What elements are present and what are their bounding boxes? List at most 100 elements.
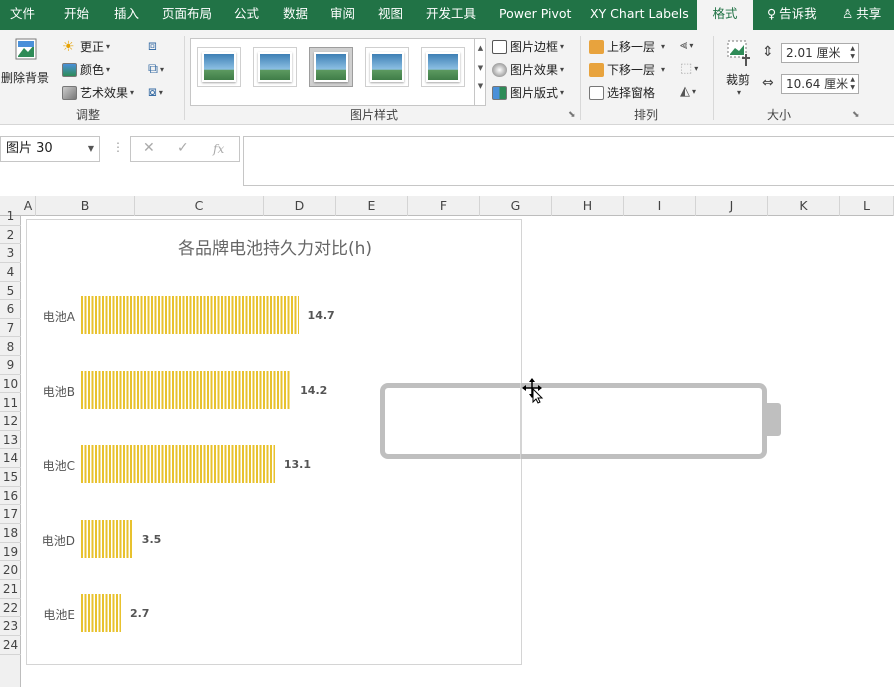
column-header[interactable]: K (768, 196, 840, 216)
row-header[interactable]: 2 (0, 226, 21, 245)
send-backward-button[interactable]: 下移一层 ▾ (589, 61, 665, 78)
tell-me-box[interactable]: ♀ 告诉我 (757, 0, 827, 30)
tab-developer[interactable]: 开发工具 (416, 0, 486, 30)
bar[interactable] (81, 370, 292, 409)
picture-effects-button[interactable]: 图片效果 ▾ (492, 61, 564, 78)
tab-insert[interactable]: 插入 (104, 0, 149, 30)
name-box[interactable]: 图片 30 ▼ (0, 136, 100, 162)
spinner-arrows-icon[interactable]: ▲ ▼ (850, 76, 855, 92)
gallery-scroll[interactable]: ▲ ▼ ▼ (474, 38, 486, 106)
crop-button[interactable]: 裁剪 ▾ (720, 38, 756, 97)
tab-data[interactable]: 数据 (273, 0, 318, 30)
tab-xy-chart-labels[interactable]: XY Chart Labels (580, 0, 699, 30)
column-header[interactable]: L (840, 196, 894, 216)
column-header[interactable]: F (408, 196, 480, 216)
row-header[interactable]: 10 (0, 375, 21, 394)
row-header[interactable]: 11 (0, 394, 21, 413)
bar[interactable] (81, 445, 275, 483)
tab-page-layout[interactable]: 页面布局 (152, 0, 222, 30)
artistic-effects-button[interactable]: 艺术效果 ▾ (62, 84, 134, 101)
column-header[interactable]: H (552, 196, 624, 216)
bar[interactable] (81, 296, 299, 334)
row-header[interactable]: 21 (0, 580, 21, 599)
color-icon (62, 62, 77, 77)
width-spinner[interactable]: 10.64 厘米 ▲ ▼ (781, 74, 859, 94)
picture-style-4[interactable] (365, 47, 409, 87)
align-button[interactable]: ⫷ ▾ (680, 38, 693, 53)
battery-terminal[interactable] (767, 403, 781, 436)
row-header[interactable]: 24 (0, 636, 21, 655)
color-button[interactable]: 颜色 ▾ (62, 61, 110, 78)
row-header[interactable]: 13 (0, 431, 21, 450)
row-header[interactable]: 4 (0, 263, 21, 282)
row-header[interactable]: 16 (0, 487, 21, 506)
rotate-button[interactable]: ◭ ▾ (680, 84, 696, 99)
picture-style-2[interactable] (253, 47, 297, 87)
column-header[interactable]: G (480, 196, 552, 216)
row-header[interactable]: 14 (0, 449, 21, 469)
bar[interactable] (81, 519, 133, 558)
row-header[interactable]: 20 (0, 561, 21, 580)
column-header[interactable]: J (696, 196, 768, 216)
row-header[interactable]: 3 (0, 244, 21, 263)
tab-home[interactable]: 开始 (54, 0, 99, 30)
picture-style-1[interactable] (197, 47, 241, 87)
row-header[interactable]: 6 (0, 300, 21, 319)
dialog-launcher-icon[interactable]: ⬊ (852, 110, 860, 120)
row-header[interactable]: 1 (0, 207, 21, 226)
tab-review[interactable]: 审阅 (320, 0, 365, 30)
bring-forward-button[interactable]: 上移一层 ▾ (589, 38, 665, 55)
column-header[interactable]: E (336, 196, 408, 216)
picture-border-button[interactable]: 图片边框 ▾ (492, 38, 564, 55)
row-header[interactable]: 15 (0, 468, 21, 487)
row-header[interactable]: 8 (0, 338, 21, 357)
group-objects-button[interactable]: ⬚ ▾ (680, 61, 698, 76)
chevron-down-icon: ▾ (661, 65, 666, 74)
tab-format[interactable]: 格式 (697, 0, 753, 30)
corrections-button[interactable]: ☀ 更正 ▾ (62, 38, 110, 55)
tab-file[interactable]: 文件 (0, 0, 45, 30)
row-header[interactable]: 22 (0, 599, 21, 618)
group-label-arrange: 排列 (634, 108, 659, 122)
tab-formulas[interactable]: 公式 (224, 0, 269, 30)
picture-style-5[interactable] (421, 47, 465, 87)
row-header[interactable]: 5 (0, 282, 21, 301)
gallery-more-icon[interactable]: ▼ (475, 82, 486, 90)
compress-pictures-button[interactable]: ⧈ (148, 38, 157, 54)
gallery-down-icon[interactable]: ▼ (475, 64, 486, 72)
picture-layout-button[interactable]: 图片版式 ▾ (492, 84, 564, 101)
column-header[interactable]: B (36, 196, 135, 216)
cancel-icon[interactable]: ✕ (143, 140, 155, 156)
formula-input[interactable] (243, 136, 894, 186)
column-header[interactable]: I (624, 196, 696, 216)
row-header[interactable]: 12 (0, 412, 21, 431)
tab-view[interactable]: 视图 (368, 0, 413, 30)
row-header[interactable]: 23 (0, 617, 21, 636)
spinner-arrows-icon[interactable]: ▲ ▼ (850, 45, 855, 61)
change-picture-button[interactable]: ⧉ ▾ (148, 61, 164, 77)
picture-style-3[interactable] (309, 47, 353, 87)
height-spinner[interactable]: 2.01 厘米 ▲ ▼ (781, 43, 859, 63)
chevron-down-icon: ▾ (560, 65, 565, 74)
row-header[interactable]: 17 (0, 505, 21, 524)
share-button[interactable]: ♙ 共享 (838, 0, 885, 30)
reset-picture-button[interactable]: ⧇ ▾ (148, 84, 163, 100)
dialog-launcher-icon[interactable]: ⬊ (568, 110, 576, 120)
chart-title[interactable]: 各品牌电池持久力对比(h) (27, 234, 523, 259)
selection-pane-button[interactable]: 选择窗格 (589, 84, 655, 101)
battery-shape[interactable] (380, 383, 767, 459)
row-header[interactable]: 18 (0, 524, 21, 543)
insert-function-icon[interactable]: fx (213, 142, 224, 156)
chevron-down-icon[interactable]: ▼ (88, 137, 94, 161)
row-header[interactable]: 9 (0, 356, 21, 375)
column-header[interactable]: A (21, 196, 36, 216)
enter-icon[interactable]: ✓ (177, 140, 189, 156)
row-header[interactable]: 19 (0, 543, 21, 562)
tab-power-pivot[interactable]: Power Pivot (489, 0, 581, 30)
bar[interactable] (81, 594, 121, 632)
gallery-up-icon[interactable]: ▲ (475, 44, 486, 52)
remove-background-button[interactable]: 删除背景 (0, 36, 50, 86)
row-header[interactable]: 7 (0, 319, 21, 338)
column-header[interactable]: D (264, 196, 336, 216)
column-header[interactable]: C (135, 196, 264, 216)
